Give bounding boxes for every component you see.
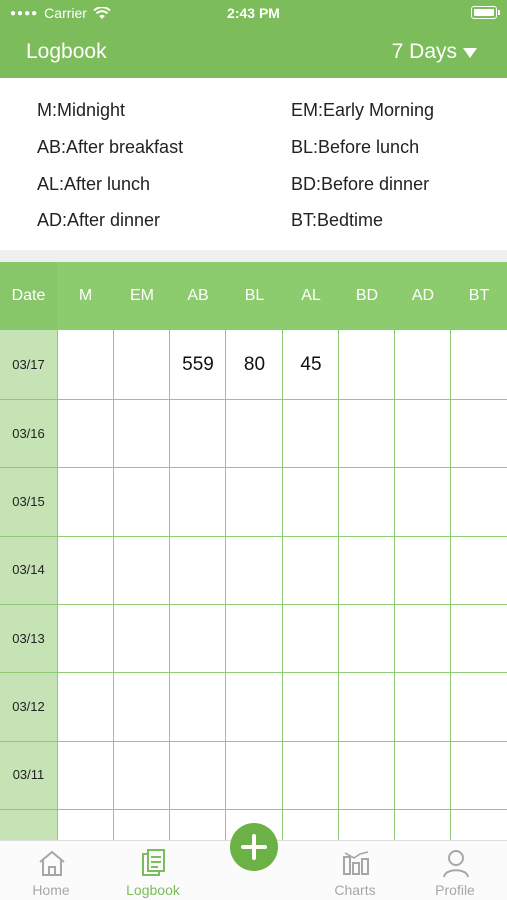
tab-charts[interactable]: Charts	[305, 841, 405, 900]
legend-item: BT:Bedtime	[291, 210, 384, 230]
legend-item: M:Midnight	[37, 100, 126, 120]
cell-bl[interactable]: 80	[226, 354, 283, 376]
cell-al[interactable]: 45	[283, 354, 339, 376]
row-date: 03/11	[12, 767, 45, 782]
row-date: 03/12	[12, 699, 45, 714]
tab-label: Home	[32, 882, 70, 898]
page-title: Logbook	[26, 40, 107, 63]
legend-item: AB:After breakfast	[37, 137, 184, 157]
legend-item: BL:Before lunch	[291, 137, 420, 157]
battery-icon	[471, 6, 500, 19]
tab-logbook[interactable]: Logbook	[103, 841, 203, 900]
row-date: 03/15	[12, 494, 45, 509]
legend-item: AD:After dinner	[37, 210, 161, 230]
cell-ab[interactable]: 559	[170, 354, 226, 376]
profile-icon	[443, 850, 469, 878]
header-m: M	[78, 287, 93, 304]
table-header: Date M EM AB BL AL BD AD BT	[0, 262, 507, 330]
row-date: 03/13	[12, 631, 45, 646]
caret-down-icon	[463, 48, 477, 58]
header-date: Date	[0, 262, 57, 330]
logbook-icon	[142, 849, 165, 876]
range-label: 7 Days	[391, 40, 457, 63]
legend-item: EM:Early Morning	[291, 100, 435, 120]
legend-item: BD:Before dinner	[291, 174, 430, 194]
header-bd: BD	[355, 287, 379, 304]
add-entry-button[interactable]	[230, 823, 278, 871]
range-dropdown[interactable]: 7 Days	[392, 40, 477, 64]
date-column	[0, 330, 57, 840]
row-date: 03/17	[12, 357, 45, 372]
header-em: EM	[130, 287, 154, 304]
header-bt: BT	[468, 287, 490, 304]
row-date: 03/16	[12, 426, 45, 441]
logbook-table: Date M EM AB BL AL BD AD BT 03/17 559 80…	[0, 262, 507, 840]
tab-label: Charts	[334, 882, 376, 898]
tab-profile[interactable]: Profile	[405, 841, 505, 900]
status-time: 2:43 PM	[227, 5, 280, 21]
home-icon	[39, 851, 65, 876]
legend: M:Midnight EM:Early Morning AB:After bre…	[0, 78, 507, 250]
header-ad: AD	[411, 287, 435, 304]
charts-icon	[343, 851, 369, 875]
section-divider	[0, 250, 507, 262]
top-bar: ●●●● Carrier 2:43 PM Logbook 7 Days	[0, 0, 507, 78]
tab-label: Logbook	[126, 882, 180, 898]
status-bar: ●●●● Carrier 2:43 PM	[0, 0, 507, 28]
tab-home[interactable]: Home	[1, 841, 101, 900]
tab-label: Profile	[435, 882, 475, 898]
header-ab: AB	[187, 287, 209, 304]
header-al: AL	[301, 287, 321, 304]
header-bl: BL	[244, 287, 265, 304]
legend-item: AL:After lunch	[37, 174, 151, 194]
row-date: 03/14	[12, 562, 45, 577]
